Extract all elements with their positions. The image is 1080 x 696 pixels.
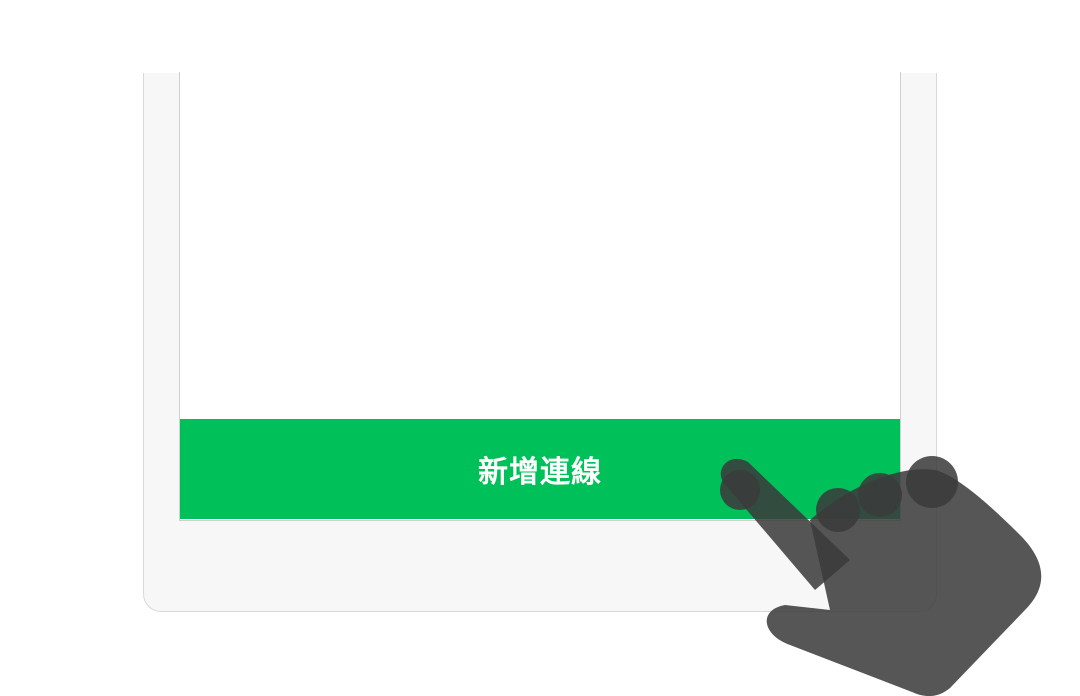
tablet-device-frame: 新增連線 [143, 72, 937, 612]
tutorial-illustration: 新增連線 [0, 0, 1080, 696]
device-screen: 新增連線 [179, 72, 901, 521]
add-connection-button[interactable]: 新增連線 [180, 419, 900, 519]
screen-content-area [180, 72, 900, 419]
